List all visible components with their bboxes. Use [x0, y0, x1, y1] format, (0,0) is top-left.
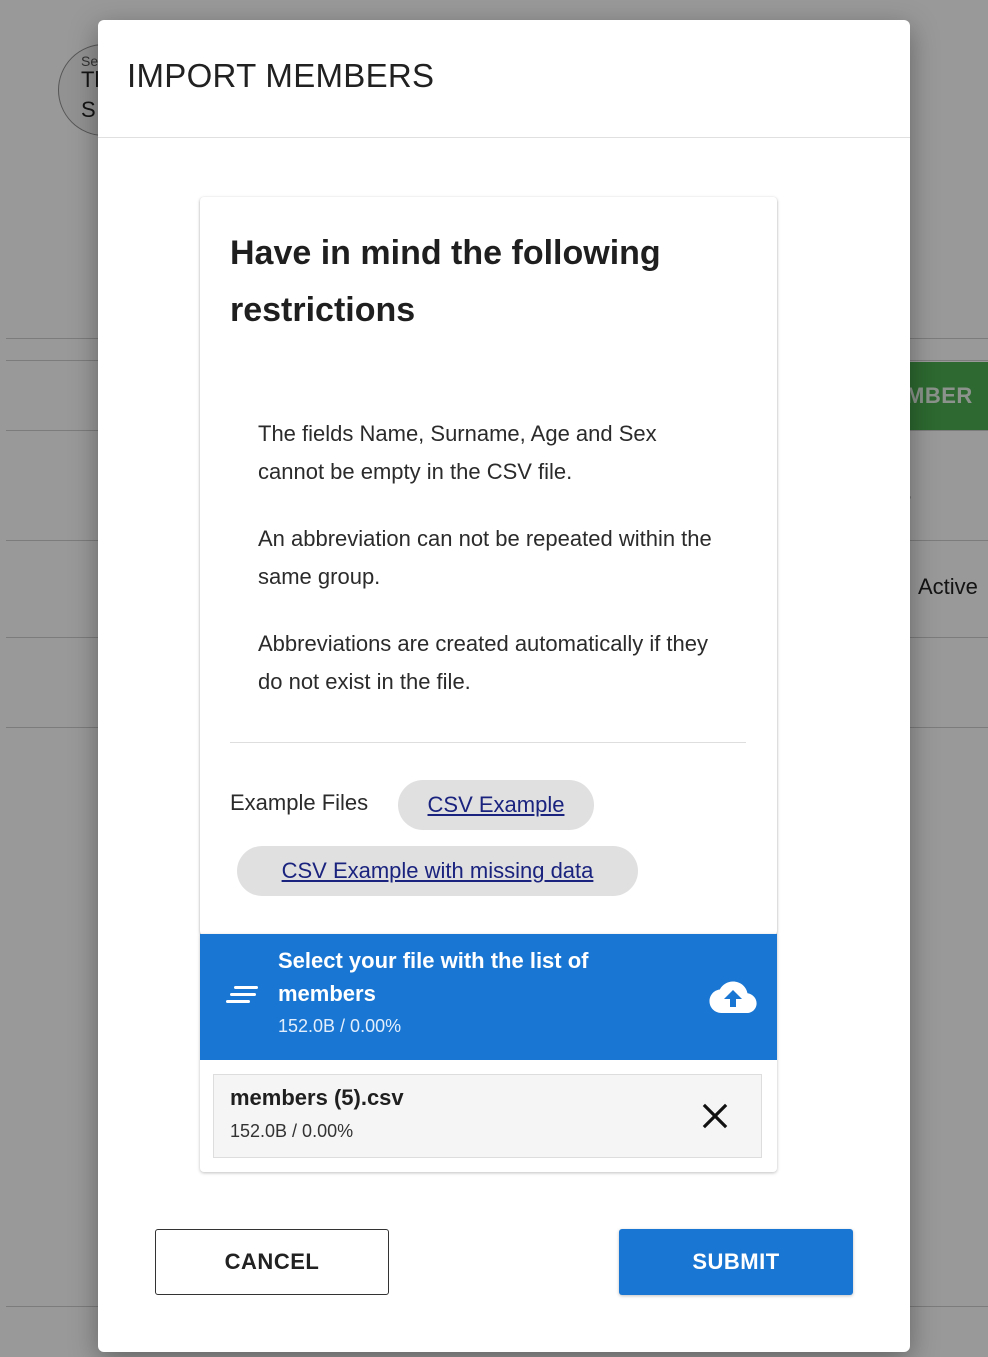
csv-example-missing-data-link[interactable]: CSV Example with missing data [237, 846, 638, 896]
restrictions-title: Have in mind the following restrictions [230, 234, 661, 329]
file-upload-title: Select your file with the list of member… [278, 948, 589, 1006]
csv-example-link[interactable]: CSV Example [398, 780, 594, 830]
cloud-upload-icon[interactable] [709, 980, 757, 1014]
restrictions-list: The fields Name, Surname, Age and Sex ca… [258, 415, 728, 730]
cancel-button[interactable]: CANCEL [155, 1229, 389, 1295]
uploaded-file-item: members (5).csv 152.0B / 0.00% [213, 1074, 762, 1158]
import-members-dialog: IMPORT MEMBERS Have in mind the followin… [98, 20, 910, 1352]
list-lines-icon [226, 986, 258, 1003]
file-upload: Select your file with the list of member… [200, 934, 777, 1172]
restrictions-card: Have in mind the following restrictions … [200, 197, 777, 935]
file-upload-progress: 152.0B / 0.00% [278, 1016, 402, 1036]
file-upload-dropzone[interactable]: Select your file with the list of member… [200, 934, 777, 1060]
restriction-item: An abbreviation can not be repeated with… [258, 526, 712, 589]
card-divider [230, 742, 746, 743]
file-name: members (5).csv [230, 1085, 404, 1110]
dialog-title: IMPORT MEMBERS [127, 56, 435, 94]
example-files-label: Example Files [230, 790, 369, 815]
restriction-item: The fields Name, Surname, Age and Sex ca… [258, 421, 657, 484]
dialog-header: IMPORT MEMBERS [98, 20, 910, 138]
submit-button[interactable]: SUBMIT [619, 1229, 853, 1295]
close-icon[interactable] [700, 1101, 730, 1131]
file-progress: 152.0B / 0.00% [230, 1121, 354, 1141]
restriction-item: Abbreviations are created automatically … [258, 631, 709, 694]
